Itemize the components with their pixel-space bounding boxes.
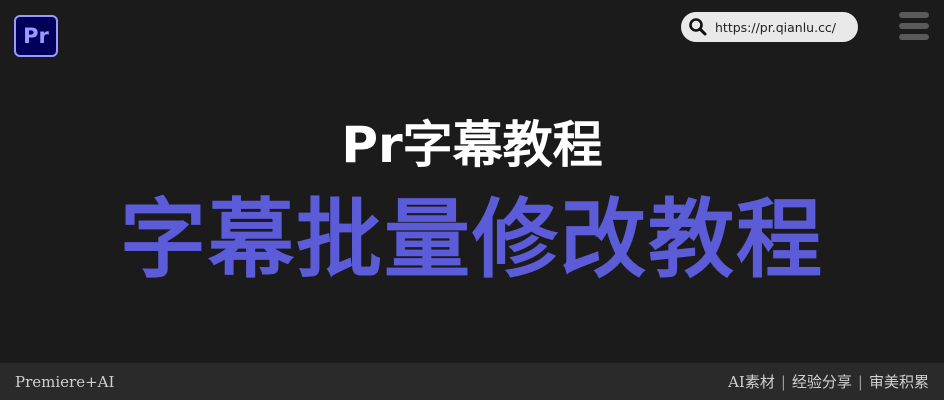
footer-tag[interactable]: 审美积累 (869, 371, 929, 392)
url-text: https://pr.qianlu.cc/ (715, 19, 837, 35)
footer-bar: Premiere+AI AI素材 | 经验分享 | 审美积累 (0, 363, 944, 400)
menu-bar (899, 12, 929, 18)
footer-tags: AI素材 | 经验分享 | 审美积累 (728, 371, 929, 392)
url-bar[interactable]: https://pr.qianlu.cc/ (681, 12, 858, 42)
hero-subtitle: Pr字幕教程 (341, 116, 603, 174)
footer-tag[interactable]: AI素材 (728, 371, 775, 392)
footer-brand: Premiere+AI (15, 372, 115, 391)
footer-separator: | (780, 372, 786, 391)
menu-icon[interactable] (899, 12, 929, 40)
footer-tag[interactable]: 经验分享 (792, 371, 852, 392)
hero-title: 字幕批量修改教程 (120, 190, 824, 290)
menu-bar (899, 34, 929, 40)
search-icon (687, 16, 709, 38)
logo-text: Pr (23, 24, 49, 48)
menu-bar (899, 23, 929, 29)
premiere-logo[interactable]: Pr (14, 15, 58, 57)
footer-separator: | (857, 372, 863, 391)
